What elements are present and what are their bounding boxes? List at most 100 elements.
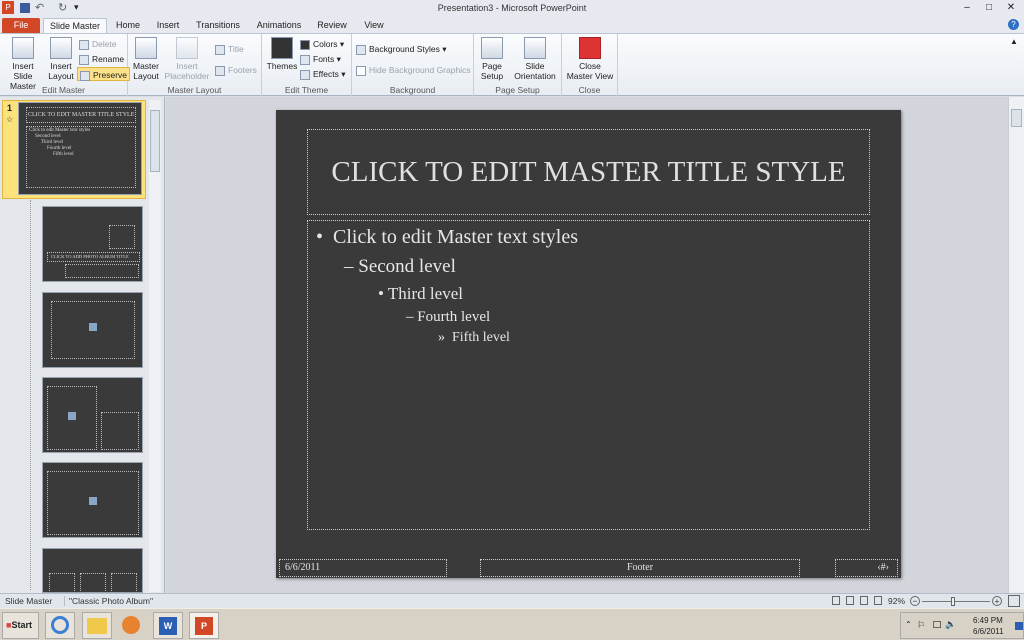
fonts-icon [300, 54, 310, 65]
thumbnails-scrollbar[interactable] [149, 100, 161, 592]
insert-slide-master-icon [12, 37, 34, 59]
minimize-button[interactable]: – [956, 0, 978, 15]
zoom-slider-handle[interactable] [951, 597, 955, 606]
preserve-button[interactable]: Preserve [77, 67, 131, 81]
thumb-picture-placeholder [111, 573, 137, 592]
title-checkbox[interactable]: Title [215, 42, 244, 56]
slide[interactable]: CLICK TO EDIT MASTER TITLE STYLE • Click… [276, 110, 901, 578]
rename-button[interactable]: Rename [79, 52, 124, 66]
tab-view[interactable]: View [358, 18, 390, 34]
slide-show-icon[interactable] [874, 596, 882, 605]
internet-explorer-icon[interactable] [45, 612, 75, 639]
show-hidden-icons[interactable]: ⌃ [905, 620, 912, 629]
tab-insert[interactable]: Insert [150, 18, 186, 34]
label: Start [11, 620, 32, 630]
delete-button[interactable]: Delete [79, 37, 117, 51]
background-styles-button[interactable]: Background Styles ▾ [356, 42, 447, 56]
status-bar: Slide Master "Classic Photo Album" 92% −… [0, 593, 1024, 608]
slide-sorter-icon[interactable] [846, 596, 854, 605]
tab-file[interactable]: File [2, 18, 40, 34]
thumbnail-layout[interactable] [42, 462, 143, 538]
tab-transitions[interactable]: Transitions [192, 18, 244, 34]
star-icon: ☆ [6, 115, 14, 124]
maximize-button[interactable]: □ [978, 0, 1000, 15]
insert-layout-button[interactable]: Insert Layout [46, 37, 76, 81]
slide-orientation-button[interactable]: Slide Orientation [510, 37, 560, 81]
group-label: Master Layout [167, 85, 222, 95]
date-placeholder[interactable]: 6/6/2011 [279, 559, 447, 577]
fonts-button[interactable]: Fonts ▾ [300, 52, 341, 66]
volume-icon[interactable]: 🔈 [945, 619, 956, 630]
group-label: Page Setup [495, 85, 540, 95]
effects-button[interactable]: Effects ▾ [300, 67, 345, 81]
close-master-view-button[interactable]: Close Master View [565, 37, 615, 81]
title-bar: P ↶ ↻ ▾ Presentation3 - Microsoft PowerP… [0, 0, 1024, 16]
insert-layout-icon [50, 37, 72, 59]
thumb-text: Fifth level [53, 152, 74, 157]
title-placeholder[interactable]: CLICK TO EDIT MASTER TITLE STYLE [307, 129, 870, 215]
thumbnail-layout[interactable] [42, 377, 143, 453]
preserve-icon [80, 70, 90, 81]
file-explorer-icon[interactable] [82, 612, 112, 639]
thumbnail-layout[interactable]: CLICK TO ADD PHOTO ALBUM TITLE [42, 206, 143, 282]
start-button[interactable]: ■Start [2, 612, 39, 639]
body-placeholder[interactable]: • Click to edit Master text styles – Sec… [307, 220, 870, 530]
close-button[interactable]: ✕ [1000, 0, 1022, 15]
thumbnail-layout[interactable] [42, 548, 143, 593]
flag-icon[interactable]: ⚐ [917, 620, 925, 631]
group-edit-theme: Themes Colors ▾ Fonts ▾ Effects ▾ Edit T… [262, 34, 352, 96]
clock-date[interactable]: 6/6/2011 [973, 627, 1004, 636]
label: Themes [266, 61, 298, 71]
insert-slide-master-button[interactable]: Insert Slide Master [2, 37, 44, 91]
scroll-thumb[interactable] [150, 110, 160, 172]
label: Master Layout [133, 61, 159, 81]
themes-button[interactable]: Themes [266, 37, 298, 71]
thumbnail-layout[interactable] [42, 292, 143, 368]
thumb-title: CLICK TO ADD PHOTO ALBUM TITLE [51, 254, 129, 259]
scroll-thumb[interactable] [1011, 109, 1022, 127]
powerpoint-icon[interactable]: P [189, 612, 219, 639]
label: Colors [313, 39, 338, 49]
slide-number-placeholder[interactable]: ‹#› [835, 559, 898, 577]
background-styles-icon [356, 44, 366, 55]
master-layout-button[interactable]: Master Layout [131, 37, 161, 81]
thumbnail-slide-master[interactable]: CLICK TO EDIT MASTER TITLE STYLE Click t… [18, 102, 142, 195]
zoom-in-icon[interactable]: + [992, 596, 1002, 606]
hide-background-graphics-checkbox[interactable]: Hide Background Graphics [356, 63, 471, 77]
tab-animations[interactable]: Animations [252, 18, 306, 34]
help-icon[interactable]: ? [1008, 19, 1019, 30]
tab-home[interactable]: Home [110, 18, 146, 34]
zoom-slider[interactable] [922, 601, 990, 602]
insert-placeholder-button[interactable]: Insert Placeholder [162, 37, 212, 81]
group-label: Edit Theme [284, 85, 329, 95]
checkbox-icon [215, 65, 225, 76]
media-player-icon[interactable] [116, 612, 146, 639]
page-setup-button[interactable]: Page Setup [478, 37, 506, 81]
zoom-level[interactable]: 92% [888, 596, 905, 606]
tab-review[interactable]: Review [314, 18, 350, 34]
clock-time[interactable]: 6:49 PM [973, 616, 1003, 625]
reading-view-icon[interactable] [860, 596, 868, 605]
group-background: Background Styles ▾ Hide Background Grap… [352, 34, 474, 96]
tab-slide-master[interactable]: Slide Master [43, 18, 107, 34]
show-desktop-button[interactable] [1015, 622, 1023, 630]
fit-to-window-icon[interactable] [1008, 595, 1020, 607]
status-theme[interactable]: "Classic Photo Album" [64, 596, 153, 606]
collapse-ribbon-icon[interactable]: ▲ [1010, 37, 1018, 46]
word-icon[interactable]: W [153, 612, 183, 639]
slide-scrollbar[interactable] [1008, 97, 1024, 593]
label: Effects [313, 69, 339, 79]
insert-placeholder-icon [176, 37, 198, 59]
footer-placeholder[interactable]: Footer [480, 559, 800, 577]
label: Page Setup [480, 61, 504, 81]
normal-view-icon[interactable] [832, 596, 840, 605]
group-page-setup: Page Setup Slide Orientation Page Setup [474, 34, 562, 96]
network-icon[interactable] [933, 621, 941, 628]
label: Slide Orientation [514, 61, 556, 81]
checkbox-icon [356, 65, 366, 76]
colors-button[interactable]: Colors ▾ [300, 37, 344, 51]
zoom-out-icon[interactable]: − [910, 596, 920, 606]
label: Preserve [93, 70, 128, 80]
footers-checkbox[interactable]: Footers [215, 63, 257, 77]
group-edit-master: Insert Slide Master Insert Layout Delete… [0, 34, 131, 96]
